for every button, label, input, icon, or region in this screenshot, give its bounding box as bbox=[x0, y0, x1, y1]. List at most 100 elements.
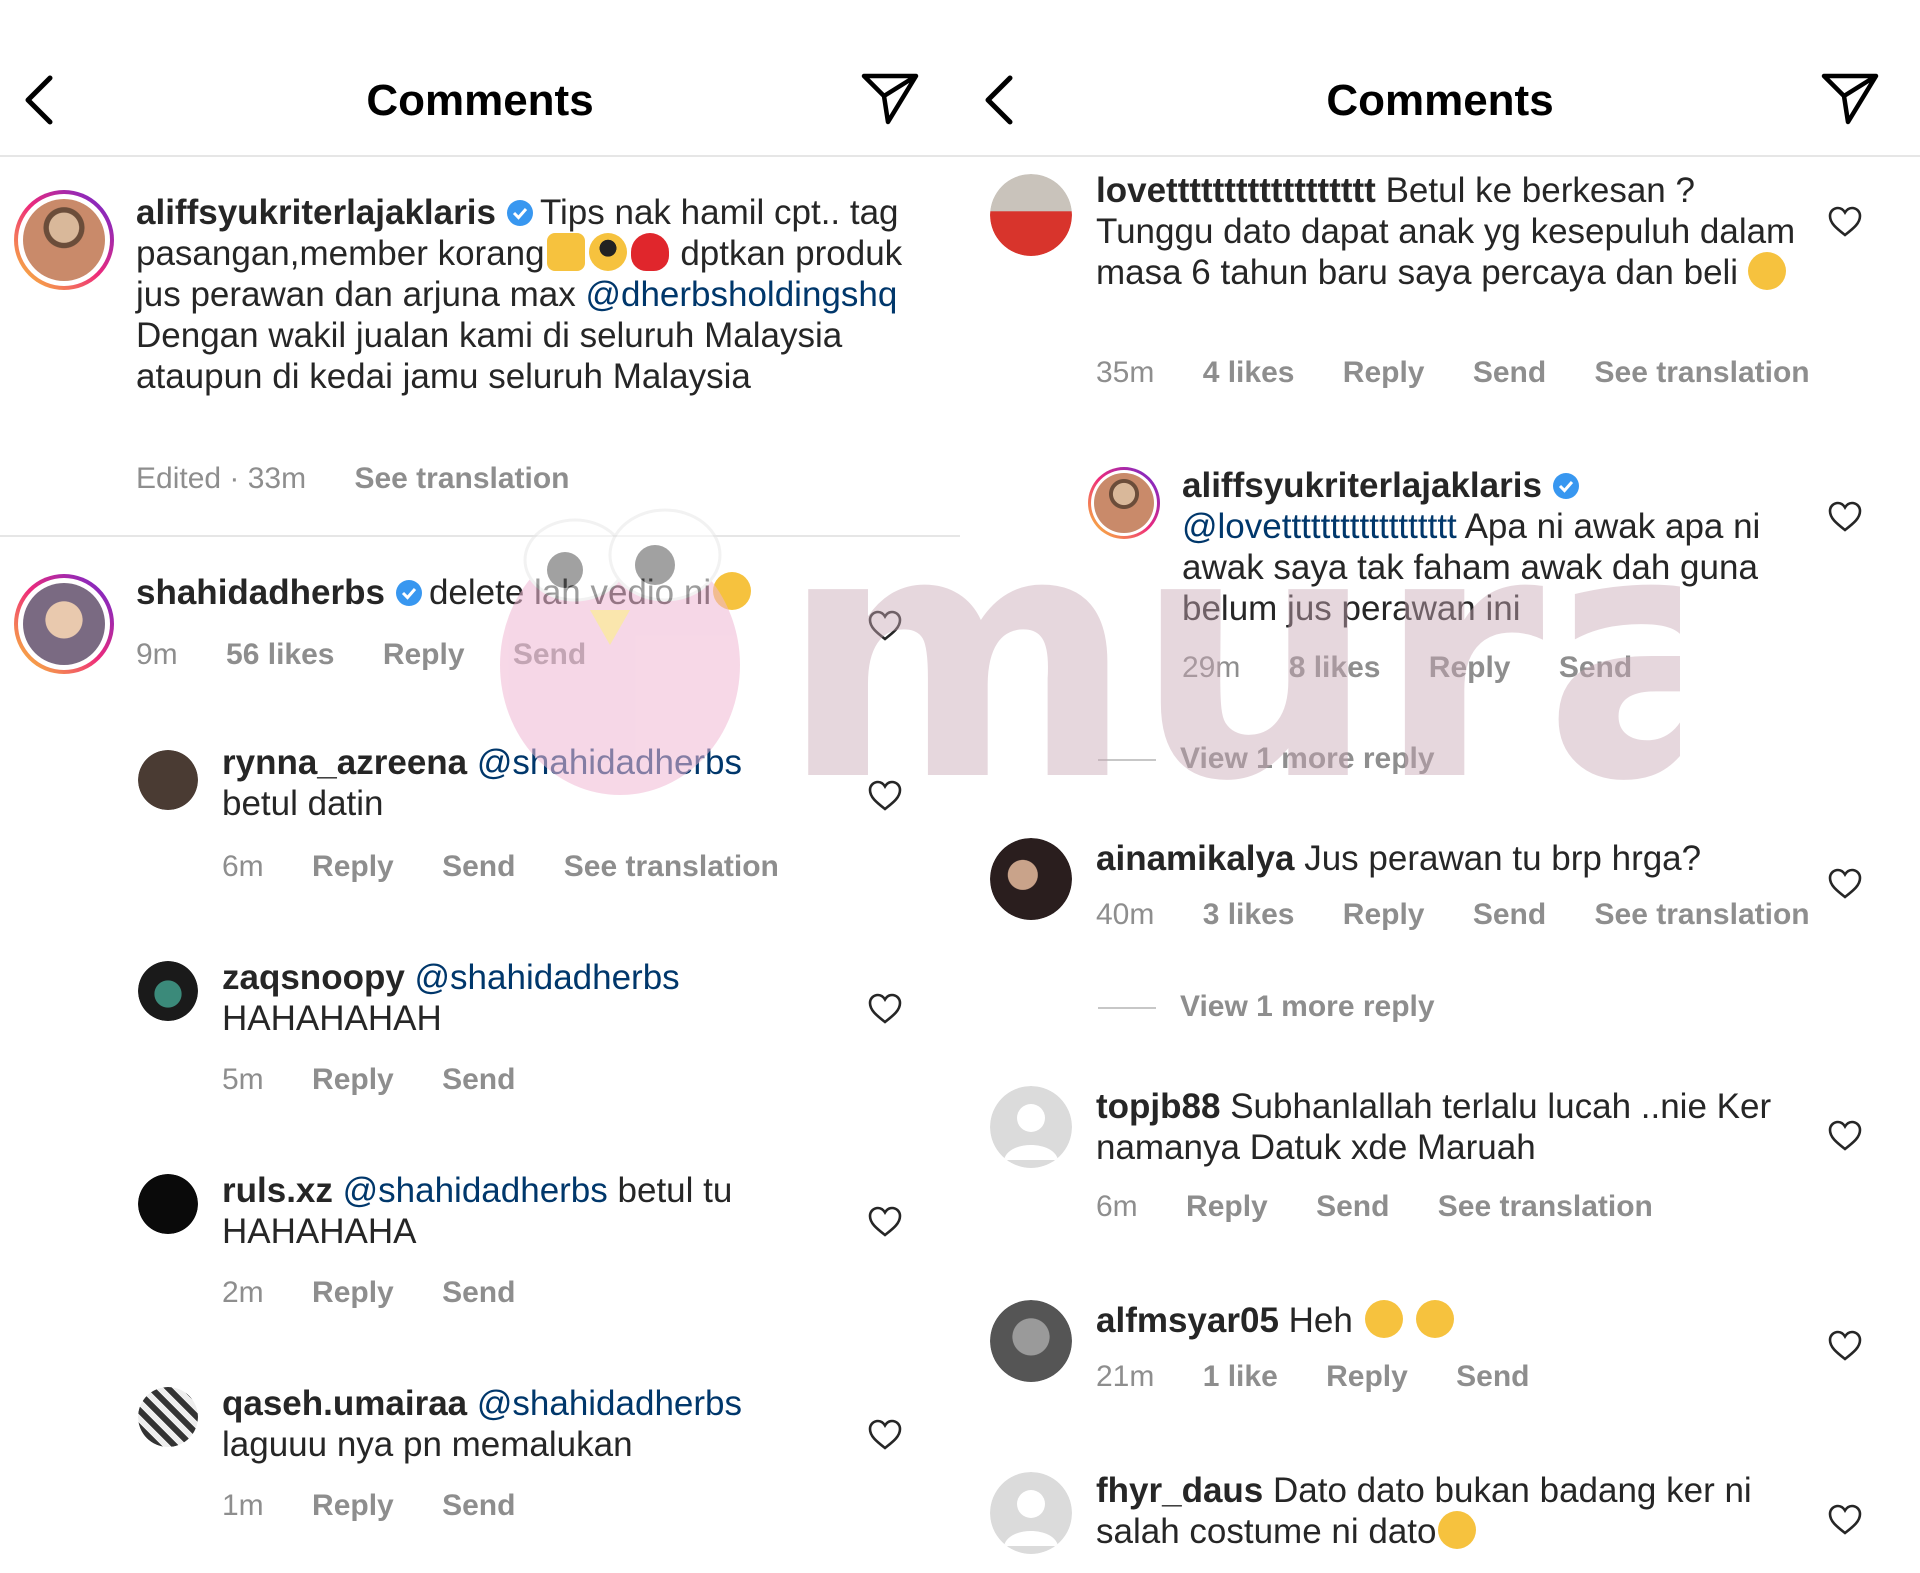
send-button[interactable]: Send bbox=[442, 1276, 515, 1309]
mention-link[interactable]: @shahidadherbs bbox=[477, 743, 742, 782]
send-button[interactable]: Send bbox=[442, 1489, 515, 1522]
see-translation-button[interactable]: See translation bbox=[1595, 356, 1810, 389]
likes-count[interactable]: 4 likes bbox=[1203, 356, 1295, 389]
comment-item: zaqsnoopy @shahidadherbs HAHAHAHAH 5m Re… bbox=[0, 955, 960, 1125]
reply-button[interactable]: Reply bbox=[312, 1489, 394, 1522]
avatar[interactable] bbox=[1088, 467, 1160, 539]
username[interactable]: fhyr_daus bbox=[1096, 1471, 1263, 1510]
reply-button[interactable]: Reply bbox=[1429, 651, 1511, 684]
username[interactable]: zaqsnoopy bbox=[222, 958, 405, 997]
reply-button[interactable]: Reply bbox=[312, 850, 394, 883]
see-translation-button[interactable]: See translation bbox=[1595, 898, 1810, 931]
avatar[interactable] bbox=[990, 1300, 1072, 1382]
comment-text: Heh bbox=[1288, 1301, 1353, 1340]
username[interactable]: alfmsyar05 bbox=[1096, 1301, 1279, 1340]
avatar[interactable] bbox=[138, 1174, 198, 1234]
left-comments-panel: Comments aliffsyukriterlajaklaris Tips na… bbox=[0, 0, 960, 1573]
heart-icon[interactable] bbox=[868, 1419, 902, 1451]
avatar[interactable] bbox=[990, 1472, 1072, 1554]
page-title: Comments bbox=[366, 76, 594, 125]
send-button[interactable]: Send bbox=[1456, 1360, 1529, 1393]
view-more-replies-button[interactable]: View 1 more reply bbox=[1098, 742, 1435, 776]
page-title: Comments bbox=[1326, 76, 1554, 125]
reply-button[interactable]: Reply bbox=[312, 1276, 394, 1309]
username[interactable]: aliffsyukriterlajaklaris bbox=[136, 193, 496, 232]
send-button[interactable]: Send bbox=[1316, 1190, 1389, 1223]
mention-link[interactable]: @dherbsholdingshq bbox=[585, 275, 897, 314]
default-avatar-icon bbox=[990, 1472, 1072, 1554]
comment-item: qaseh.umairaa @shahidadherbs laguuu nya … bbox=[0, 1381, 960, 1551]
likes-count[interactable]: 3 likes bbox=[1203, 898, 1295, 931]
username[interactable]: qaseh.umairaa bbox=[222, 1384, 467, 1423]
avatar[interactable] bbox=[14, 574, 114, 674]
reply-button[interactable]: Reply bbox=[1343, 356, 1425, 389]
likes-count[interactable]: 56 likes bbox=[226, 638, 334, 671]
heart-icon[interactable] bbox=[1828, 1330, 1862, 1362]
header: Comments bbox=[960, 0, 1920, 157]
right-comments-panel: Comments lovetttttttttttttttttt Betul ke… bbox=[960, 0, 1920, 1573]
comment-text: laguuu nya pn memalukan bbox=[222, 1425, 633, 1464]
comment-text: betul datin bbox=[222, 784, 384, 823]
send-button[interactable]: Send bbox=[1473, 898, 1546, 931]
paper-plane-icon[interactable] bbox=[860, 70, 920, 126]
comment-time: 40m bbox=[1096, 898, 1155, 931]
verified-badge-icon bbox=[506, 200, 533, 226]
avatar[interactable] bbox=[990, 838, 1072, 920]
heart-icon[interactable] bbox=[868, 780, 902, 812]
see-translation-button[interactable]: See translation bbox=[564, 850, 779, 883]
laughing-tears-emoji bbox=[1438, 1511, 1477, 1549]
heart-icon[interactable] bbox=[1828, 501, 1862, 533]
comment-time: 35m bbox=[1096, 356, 1155, 389]
mention-link[interactable]: @lovetttttttttttttttttt bbox=[1182, 507, 1457, 546]
likes-count[interactable]: 1 like bbox=[1203, 1360, 1278, 1393]
username[interactable]: rynna_azreena bbox=[222, 743, 467, 782]
comment-time: 1m bbox=[222, 1489, 264, 1522]
comment-time: 2m bbox=[222, 1276, 264, 1309]
view-more-replies-button[interactable]: View 1 more reply bbox=[1098, 990, 1435, 1024]
send-button[interactable]: Send bbox=[442, 1063, 515, 1096]
comment-item: shahidadherbs delete lah vedio ni 9m 56 l… bbox=[0, 560, 960, 700]
send-button[interactable]: Send bbox=[513, 638, 586, 671]
comment-time: 6m bbox=[1096, 1190, 1138, 1223]
username[interactable]: topjb88 bbox=[1096, 1087, 1220, 1126]
mention-link[interactable]: @shahidadherbs bbox=[415, 958, 680, 997]
see-translation-button[interactable]: See translation bbox=[354, 462, 569, 495]
avatar[interactable] bbox=[138, 961, 198, 1021]
default-avatar-icon bbox=[990, 1086, 1072, 1168]
reply-button[interactable]: Reply bbox=[1343, 898, 1425, 931]
reply-button[interactable]: Reply bbox=[1326, 1360, 1408, 1393]
paper-plane-icon[interactable] bbox=[1820, 70, 1880, 126]
send-button[interactable]: Send bbox=[1473, 356, 1546, 389]
see-translation-button[interactable]: See translation bbox=[1438, 1190, 1653, 1223]
username[interactable]: ainamikalya bbox=[1096, 839, 1294, 878]
heart-icon[interactable] bbox=[1828, 868, 1862, 900]
mention-link[interactable]: @shahidadherbs bbox=[343, 1171, 608, 1210]
username[interactable]: ruls.xz bbox=[222, 1171, 333, 1210]
username[interactable]: aliffsyukriterlajaklaris bbox=[1182, 466, 1542, 505]
reply-button[interactable]: Reply bbox=[1186, 1190, 1268, 1223]
comment-reply: aliffsyukriterlajaklaris@lovettttttttttt… bbox=[960, 465, 1920, 695]
send-button[interactable]: Send bbox=[1559, 651, 1632, 684]
heart-icon[interactable] bbox=[1828, 206, 1862, 238]
heart-icon[interactable] bbox=[868, 610, 902, 642]
mention-link[interactable]: @shahidadherbs bbox=[477, 1384, 742, 1423]
comment-item: alfmsyar05 Heh 21m 1 like Reply Send bbox=[960, 1300, 1920, 1440]
avatar[interactable] bbox=[14, 190, 114, 290]
reply-button[interactable]: Reply bbox=[383, 638, 465, 671]
comment-item: fhyr_daus Dato dato bukan badang ker ni … bbox=[960, 1470, 1920, 1573]
heart-icon[interactable] bbox=[1828, 1120, 1862, 1152]
send-button[interactable]: Send bbox=[442, 850, 515, 883]
heart-icon[interactable] bbox=[868, 993, 902, 1025]
reply-button[interactable]: Reply bbox=[312, 1063, 394, 1096]
comment-time: 9m bbox=[136, 638, 178, 671]
avatar[interactable] bbox=[990, 174, 1072, 256]
username[interactable]: lovetttttttttttttttttt bbox=[1096, 171, 1376, 210]
heart-icon[interactable] bbox=[1828, 1504, 1862, 1536]
heart-icon[interactable] bbox=[868, 1206, 902, 1238]
avatar[interactable] bbox=[990, 1086, 1072, 1168]
comment-time: 5m bbox=[222, 1063, 264, 1096]
avatar[interactable] bbox=[138, 1387, 198, 1447]
username[interactable]: shahidadherbs bbox=[136, 573, 385, 612]
likes-count[interactable]: 8 likes bbox=[1289, 651, 1381, 684]
avatar[interactable] bbox=[138, 750, 198, 810]
